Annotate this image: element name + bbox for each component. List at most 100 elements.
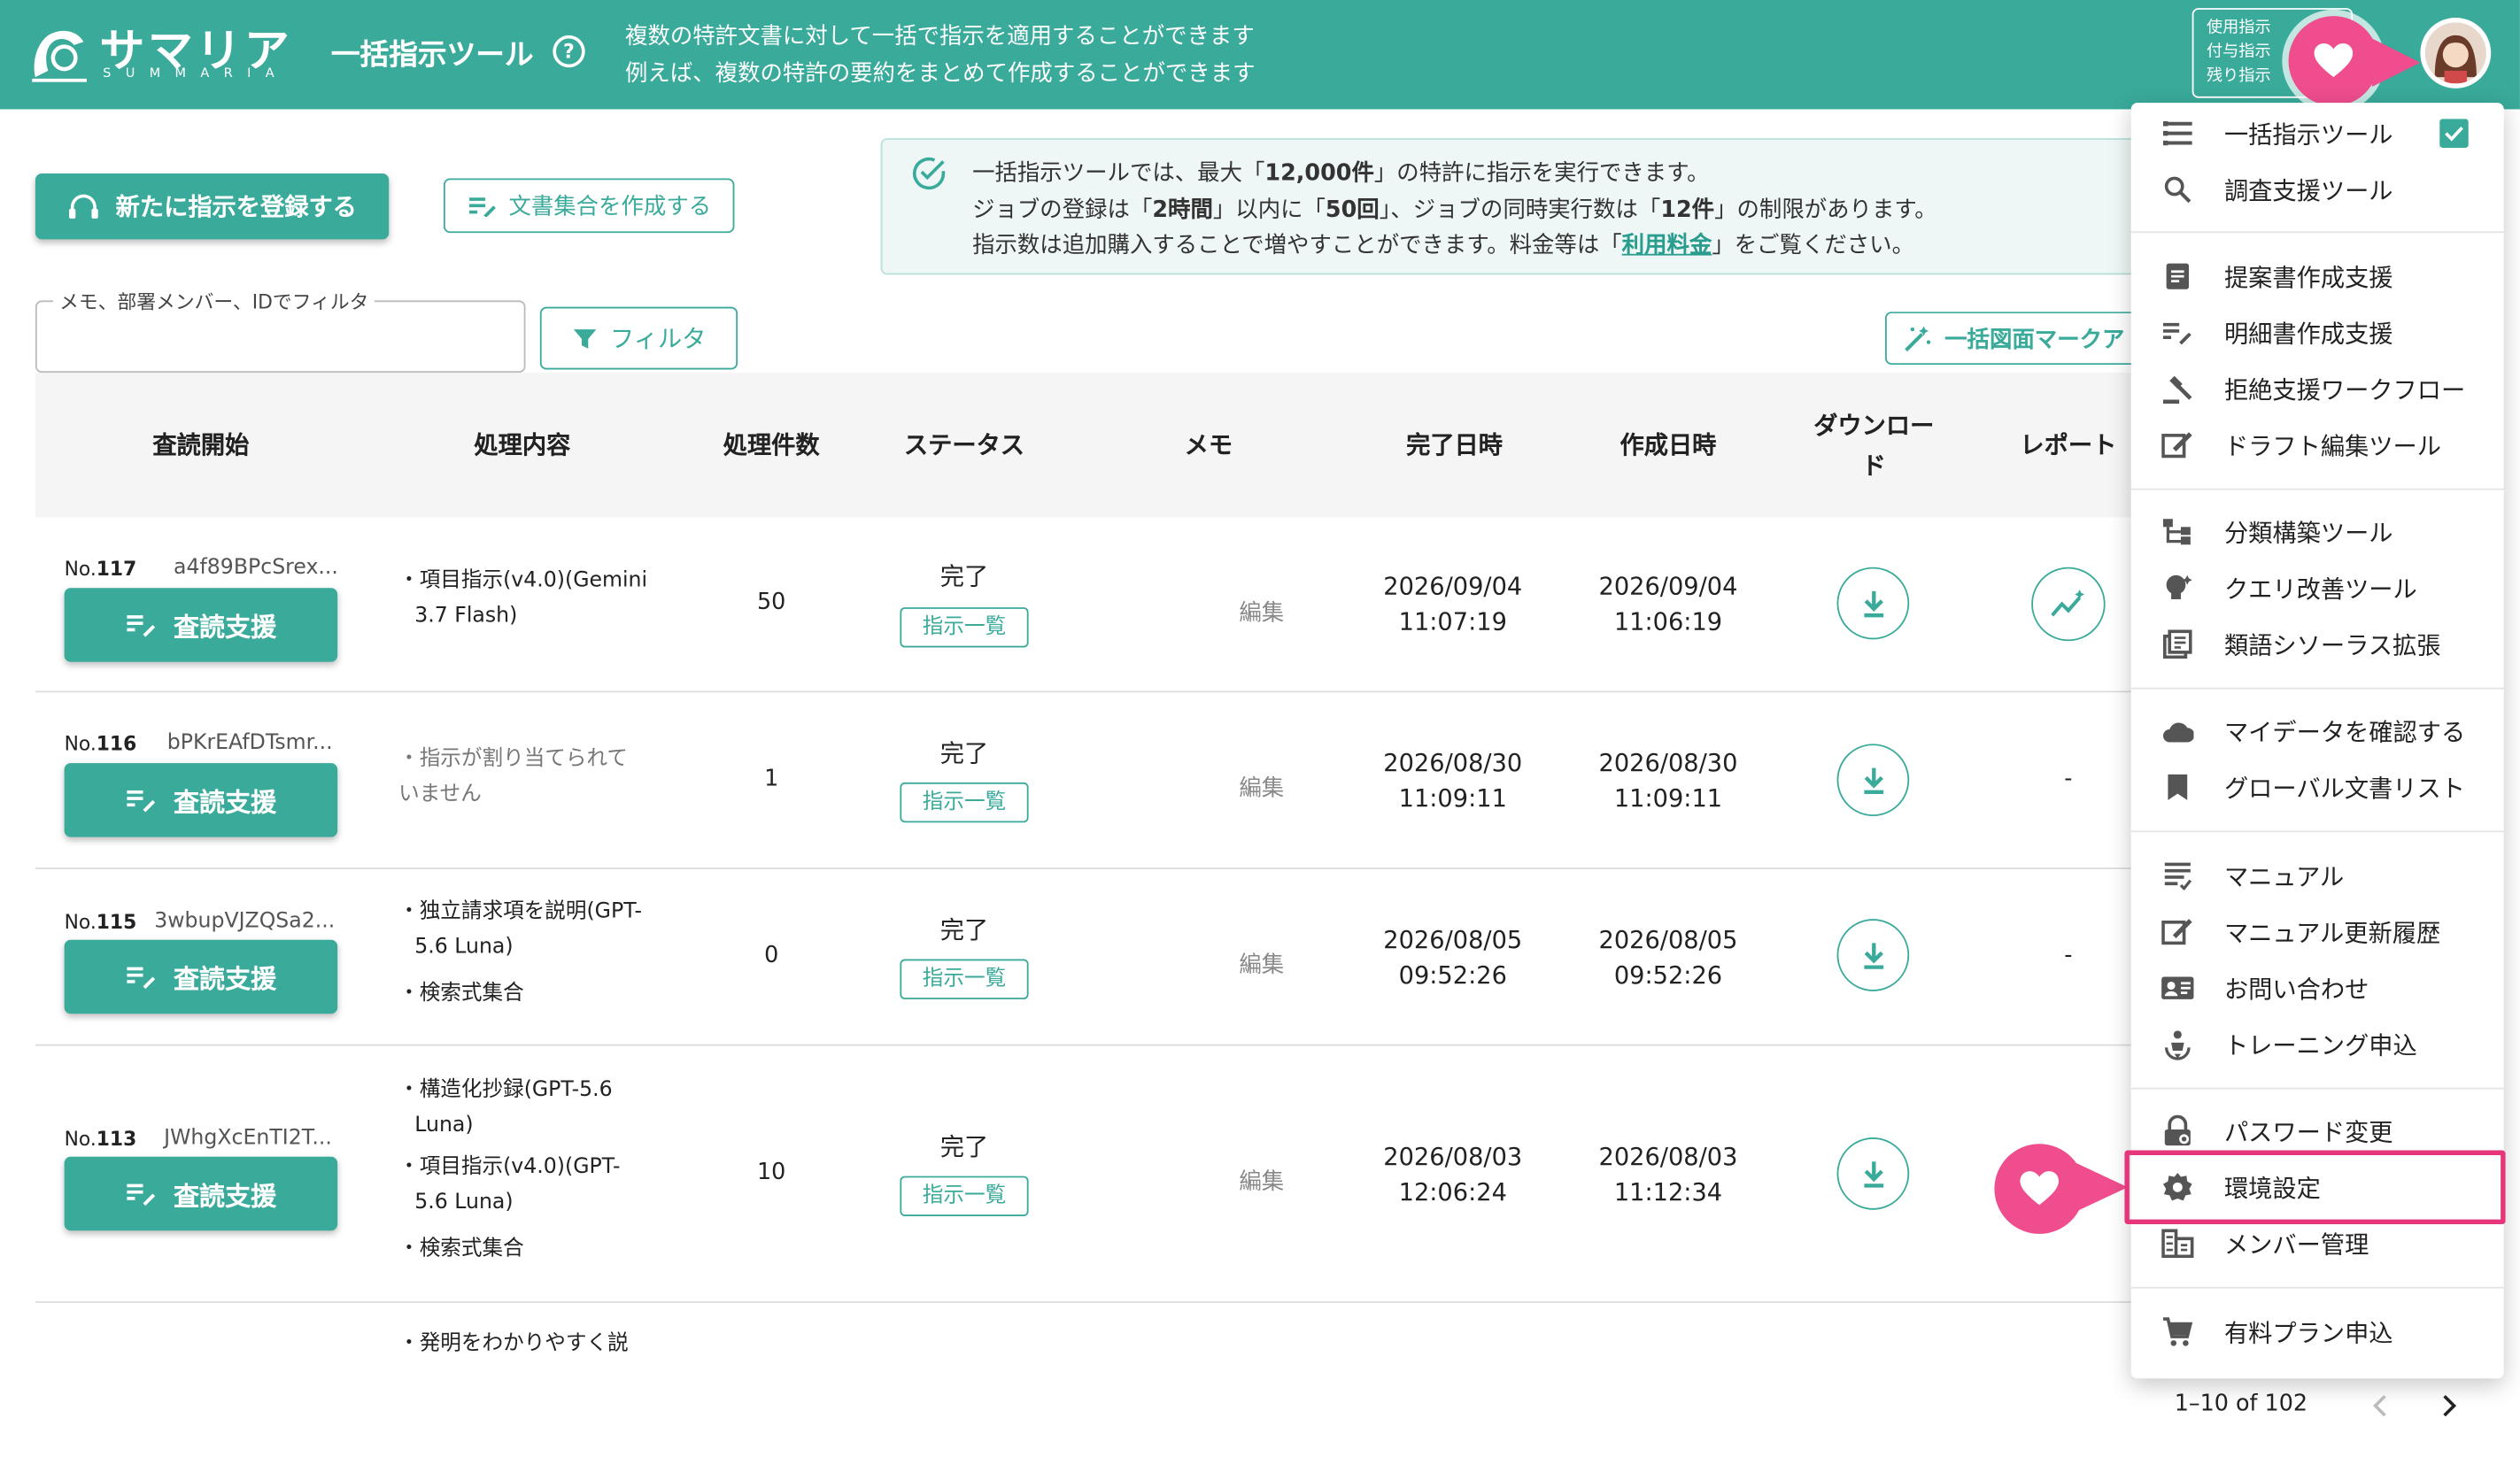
menu-item-bulk-instruction[interactable]: 一括指示ツール: [2131, 106, 2504, 161]
edit-list-icon: [2162, 322, 2191, 345]
col-process[interactable]: 処理内容: [434, 428, 611, 461]
completed-datetime: 2026/08/03 12:06:24: [1383, 1142, 1523, 1207]
pricing-link[interactable]: 利用料金: [1622, 233, 1712, 258]
new-instruction-label: 新たに指示を登録する: [115, 192, 357, 222]
members-icon: [2161, 1229, 2194, 1259]
menu-item-global-document-list[interactable]: グローバル文書リスト: [2131, 759, 2504, 814]
menu-item-thesaurus-expansion[interactable]: 類語シソーラス拡張: [2131, 617, 2504, 672]
menu-item-member-management[interactable]: メンバー管理: [2131, 1216, 2504, 1271]
download-icon: [1863, 590, 1883, 617]
edit-list-icon: [127, 967, 156, 990]
edit-list-icon: [127, 790, 156, 813]
training-icon: [2164, 1030, 2191, 1060]
info-notice: 一括指示ツールでは、最大「12,000件」の特許に指示を実行できます。 ジョブの…: [880, 138, 2167, 275]
menu-item-manual[interactable]: マニュアル: [2131, 848, 2504, 903]
tutorial-pointer: [2288, 16, 2379, 106]
report-button[interactable]: [2031, 567, 2106, 642]
completed-datetime: 2026/08/05 09:52:26: [1383, 925, 1523, 991]
process-count: 10: [757, 1160, 786, 1186]
avatar[interactable]: [2420, 17, 2492, 89]
col-created[interactable]: 作成日時: [1580, 428, 1757, 461]
pagination-range: 1–10 of 102: [2174, 1391, 2308, 1417]
filter-icon: [573, 328, 596, 348]
bookmark-icon: [2168, 774, 2188, 800]
checkbox-checked-icon[interactable]: [2439, 119, 2469, 148]
heart-icon: [2314, 43, 2354, 78]
col-completed[interactable]: 完了日時: [1366, 428, 1543, 461]
menu-item-my-data[interactable]: マイデータを確認する: [2131, 704, 2504, 759]
memo-edit[interactable]: 編集: [1221, 948, 1302, 980]
menu-item-paid-plan[interactable]: 有料プラン申込: [2131, 1305, 2504, 1360]
chevron-right-icon[interactable]: [2438, 1391, 2460, 1421]
info-line-3: 指示数は追加購入することで増やすことができます。料金等は「利用料金」をご覧くださ…: [972, 233, 1915, 259]
status-text: 完了: [939, 1132, 989, 1162]
edit-list-icon: [127, 615, 156, 637]
bulk-drawing-mark-button[interactable]: 一括図面マークア: [1884, 312, 2143, 366]
process-content: ・項目指示(v4.0)(Gemini 3.7 Flash): [398, 568, 648, 628]
menu-item-manual-history[interactable]: マニュアル更新履歴: [2131, 905, 2504, 960]
download-icon: [1863, 942, 1883, 968]
library-icon: [2162, 629, 2192, 659]
col-download[interactable]: ダウンロード: [1794, 406, 1955, 487]
col-status[interactable]: ステータス: [876, 428, 1053, 461]
review-support-button[interactable]: 査読支援: [64, 763, 338, 837]
create-doc-set-label: 文書集合を作成する: [508, 194, 712, 220]
process-count: 1: [764, 766, 779, 792]
col-report[interactable]: レポート: [1993, 428, 2145, 461]
menu-item-rejection-workflow[interactable]: 拒絶支援ワークフロー: [2131, 361, 2504, 416]
lock-icon: [2164, 1114, 2191, 1146]
new-instruction-button[interactable]: 新たに指示を登録する: [35, 173, 390, 240]
menu-item-research-support[interactable]: 調査支援ツール: [2131, 162, 2504, 217]
chevron-left-icon[interactable]: [2369, 1391, 2391, 1421]
logo-subtext: SUMMARIA: [103, 66, 289, 81]
bulk-drawing-mark-label: 一括図面マークア: [1944, 327, 2125, 353]
info-line-2: ジョブの登録は「2時間」以内に「50回」、ジョブの同時実行数は「12件」の制限が…: [972, 197, 1937, 224]
col-start[interactable]: 査読開始: [112, 428, 290, 461]
menu-item-draft-editor[interactable]: ドラフト編集ツール: [2131, 418, 2504, 473]
review-support-button[interactable]: 査読支援: [64, 1156, 338, 1231]
filter-input[interactable]: メモ、部署メンバー、IDでフィルタ: [35, 287, 526, 374]
col-memo[interactable]: メモ: [1152, 428, 1264, 461]
avatar-icon: [2424, 22, 2486, 84]
page-title: 一括指示ツール: [330, 38, 534, 73]
menu-item-proposal-support[interactable]: 提案書作成支援: [2131, 249, 2504, 304]
menu-item-specification-support[interactable]: 明細書作成支援: [2131, 305, 2504, 360]
instruction-list-chip[interactable]: 指示一覧: [900, 959, 1029, 999]
col-count[interactable]: 処理件数: [691, 428, 852, 461]
download-button[interactable]: [1836, 744, 1910, 817]
edit-list-icon: [127, 1183, 156, 1206]
instruction-list-chip[interactable]: 指示一覧: [900, 607, 1029, 648]
help-icon[interactable]: ?: [553, 35, 585, 68]
process-content: ・構造化抄録(GPT-5.6 Luna) ・項目指示(v4.0)(GPT- 5.6 L…: [398, 1077, 621, 1261]
download-icon: [1863, 1160, 1883, 1187]
header-description-1: 複数の特許文書に対して一括で指示を適用することができます: [625, 24, 1255, 50]
row-number: No.113: [64, 1128, 137, 1151]
search-icon: [2164, 176, 2191, 204]
menu-item-query-improvement[interactable]: クエリ改善ツール: [2131, 560, 2504, 615]
filter-button[interactable]: フィルタ: [539, 306, 738, 370]
review-support-button[interactable]: 査読支援: [64, 939, 338, 1014]
menu-item-contact[interactable]: お問い合わせ: [2131, 960, 2504, 1015]
memo-edit[interactable]: 編集: [1221, 596, 1302, 628]
memo-edit[interactable]: 編集: [1221, 771, 1302, 803]
app-header: サマリア SUMMARIA 一括指示ツール ? 複数の特許文書に対して一括で指示…: [0, 0, 2520, 110]
menu-item-training[interactable]: トレーニング申込: [2131, 1017, 2504, 1072]
download-button[interactable]: [1836, 919, 1910, 991]
instruction-list-chip[interactable]: 指示一覧: [900, 782, 1029, 823]
status-text: 完了: [939, 738, 989, 768]
memo-edit[interactable]: 編集: [1221, 1165, 1302, 1197]
edit-list-icon: [468, 197, 496, 218]
review-support-button[interactable]: 査読支援: [64, 588, 338, 662]
created-datetime: 2026/09/04 11:06:19: [1598, 572, 1738, 636]
create-doc-set-button[interactable]: 文書集合を作成する: [443, 178, 735, 234]
download-button[interactable]: [1836, 567, 1910, 640]
download-icon: [1863, 767, 1883, 794]
row-divider: [35, 1044, 2157, 1046]
download-button[interactable]: [1836, 1137, 1910, 1210]
instruction-list-chip[interactable]: 指示一覧: [900, 1176, 1029, 1216]
created-datetime: 2026/08/30 11:09:11: [1598, 748, 1738, 813]
process-content: ・独立請求項を説明(GPT- 5.6 Luna) ・検索式集合: [398, 899, 642, 1006]
document-icon: [2166, 263, 2190, 289]
row-divider: [35, 867, 2157, 869]
menu-item-classification-builder[interactable]: 分類構築ツール: [2131, 505, 2504, 559]
